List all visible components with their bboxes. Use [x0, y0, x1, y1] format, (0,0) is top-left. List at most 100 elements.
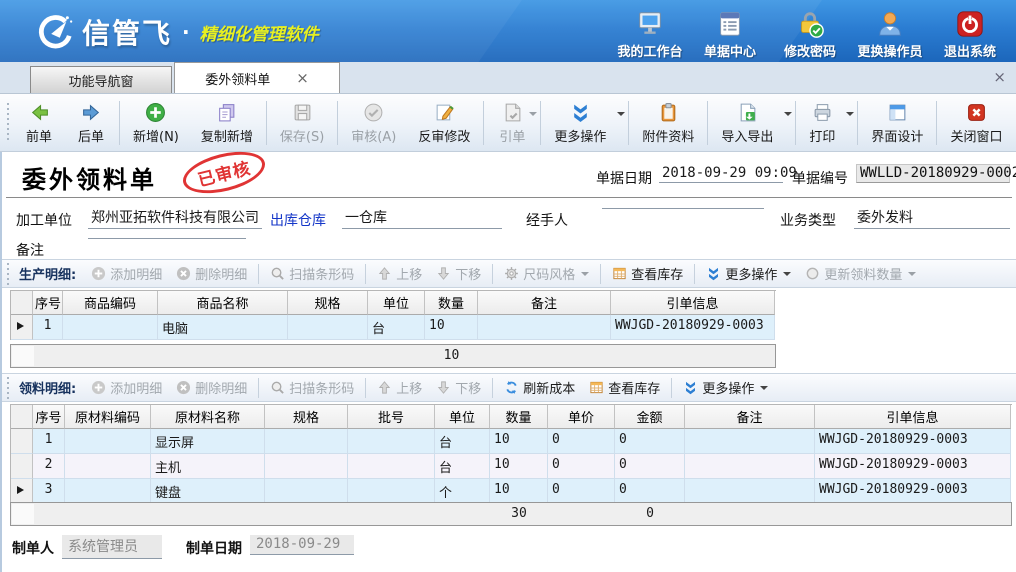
section-separator: [365, 264, 366, 284]
dropdown-caret-icon[interactable]: [581, 272, 589, 276]
s2-move-down-button[interactable]: 下移: [429, 375, 488, 400]
column-header[interactable]: 原材料名称: [151, 405, 265, 429]
column-header[interactable]: 商品编码: [63, 291, 158, 315]
column-header[interactable]: 单位: [435, 405, 490, 429]
remark-field[interactable]: [88, 237, 246, 239]
s2-add-row-button[interactable]: 添加明细: [84, 375, 169, 400]
s1-update-qty-button[interactable]: 更新领料数量: [798, 261, 923, 286]
table-row[interactable]: 2 主机 台 10 0 0 WWJGD-20180929-0003: [11, 454, 1012, 479]
maker-label: 制单人: [12, 538, 54, 558]
attachments-button[interactable]: 附件资料: [631, 98, 705, 148]
column-header[interactable]: 引单信息: [611, 291, 775, 315]
arrow-up-gray-icon: [377, 266, 392, 281]
audited-stamp: 已审核: [179, 144, 269, 200]
change-password-button[interactable]: 修改密码: [770, 6, 850, 60]
dropdown-caret-icon[interactable]: [760, 386, 768, 390]
column-header[interactable]: 原材料编码: [65, 405, 151, 429]
ui-design-button[interactable]: 界面设计: [860, 98, 934, 148]
column-header[interactable]: 金额: [615, 405, 685, 429]
import-export-button[interactable]: 导入导出: [710, 98, 793, 148]
column-header[interactable]: 引单信息: [815, 405, 1011, 429]
document-title: 委外领料单: [22, 160, 157, 195]
handler-field[interactable]: [602, 207, 764, 209]
s1-size-style-button[interactable]: 尺码风格: [497, 261, 596, 286]
dropdown-caret-icon[interactable]: [529, 112, 537, 116]
save-floppy-icon: [292, 102, 313, 123]
s2-delete-row-button[interactable]: 删除明细: [169, 375, 254, 400]
toolbar-separator: [857, 101, 858, 145]
biztype-field[interactable]: 委外发料: [854, 207, 1010, 229]
copy-pages-icon: [216, 102, 237, 123]
table-header-row: 序号 原材料编码 原材料名称 规格 批号 单位 数量 单价 金额 备注 引单信息: [11, 405, 1012, 429]
doc-date-field[interactable]: 2018-09-29 09:09: [659, 165, 783, 183]
column-header[interactable]: 商品名称: [158, 291, 288, 315]
row-arrow-icon: [17, 486, 24, 494]
doc-no-label: 单据编号: [792, 168, 848, 188]
workbench-button[interactable]: 我的工作台: [610, 6, 690, 60]
column-header[interactable]: 备注: [685, 405, 815, 429]
more-operations-button[interactable]: 更多操作: [543, 98, 626, 148]
tab-outsource-picking[interactable]: 委外领料单 ×: [174, 62, 340, 93]
s2-view-stock-button[interactable]: 查看库存: [582, 375, 667, 400]
column-header[interactable]: 数量: [490, 405, 548, 429]
toolbar-separator: [540, 101, 541, 145]
s1-delete-row-button[interactable]: 删除明细: [169, 261, 254, 286]
column-header[interactable]: 规格: [288, 291, 368, 315]
s1-move-up-button[interactable]: 上移: [370, 261, 429, 286]
next-doc-button[interactable]: 后单: [65, 98, 117, 148]
close-window-button[interactable]: 关闭窗口: [939, 98, 1013, 148]
warehouse-field[interactable]: 一仓库: [342, 207, 502, 229]
s2-more-ops-button[interactable]: 更多操作: [676, 375, 775, 400]
magnifier-gray-icon: [270, 380, 285, 395]
column-header[interactable]: 序号: [33, 291, 63, 315]
s2-move-up-button[interactable]: 上移: [370, 375, 429, 400]
unaudit-button[interactable]: 反审修改: [407, 98, 481, 148]
s1-move-down-button[interactable]: 下移: [429, 261, 488, 286]
tab-outsource-picking-label: 委外领料单: [205, 69, 270, 88]
new-button[interactable]: 新增(N): [122, 98, 190, 148]
pull-doc-button[interactable]: 引单: [486, 98, 538, 148]
toolbar-separator: [795, 101, 796, 145]
column-header[interactable]: 单价: [548, 405, 615, 429]
prev-doc-button[interactable]: 前单: [13, 98, 65, 148]
x-circle-gray-icon: [176, 266, 191, 281]
production-total-bar: 10: [10, 344, 776, 368]
column-header[interactable]: 批号: [348, 405, 435, 429]
magnifier-gray-icon: [270, 266, 285, 281]
tab-function-nav[interactable]: 功能导航窗: [30, 66, 172, 93]
dropdown-caret-icon[interactable]: [784, 112, 792, 116]
s1-scan-barcode-button[interactable]: 扫描条形码: [263, 261, 361, 286]
document-center-button[interactable]: 单据中心: [690, 6, 770, 60]
warehouse-link[interactable]: 出库仓库: [270, 210, 326, 230]
table-row[interactable]: 1 电脑 台 10 WWJGD-20180929-0003: [11, 315, 776, 340]
table-header-row: 序号 商品编码 商品名称 规格 单位 数量 备注 引单信息: [11, 291, 776, 315]
table-row[interactable]: 3 键盘 个 10 0 0 WWJGD-20180929-0003: [11, 479, 1012, 504]
switch-operator-button[interactable]: 更换操作员: [850, 6, 930, 60]
s2-scan-barcode-button[interactable]: 扫描条形码: [263, 375, 361, 400]
section-separator: [492, 378, 493, 398]
dropdown-caret-icon[interactable]: [783, 272, 791, 276]
s1-more-ops-button[interactable]: 更多操作: [699, 261, 798, 286]
tab-close-icon[interactable]: ×: [296, 71, 309, 86]
column-header[interactable]: 备注: [478, 291, 611, 315]
dropdown-caret-icon[interactable]: [846, 112, 854, 116]
tabstrip-close-icon[interactable]: ×: [993, 70, 1006, 85]
s1-view-stock-button[interactable]: 查看库存: [605, 261, 690, 286]
column-header[interactable]: 序号: [33, 405, 65, 429]
audit-button[interactable]: 审核(A): [340, 98, 407, 148]
save-button[interactable]: 保存(S): [269, 98, 335, 148]
column-header[interactable]: 规格: [265, 405, 348, 429]
biztype-label: 业务类型: [780, 210, 836, 230]
dropdown-caret-icon[interactable]: [617, 112, 625, 116]
print-button[interactable]: 打印: [798, 98, 855, 148]
s1-add-row-button[interactable]: 添加明细: [84, 261, 169, 286]
column-header[interactable]: 数量: [425, 291, 478, 315]
audit-check-circle-icon: [363, 102, 384, 123]
table-row[interactable]: 1 显示屏 台 10 0 0 WWJGD-20180929-0003: [11, 429, 1012, 454]
dropdown-caret-icon[interactable]: [908, 272, 916, 276]
vendor-field[interactable]: 郑州亚拓软件科技有限公司: [88, 207, 262, 229]
column-header[interactable]: 单位: [368, 291, 425, 315]
copy-new-button[interactable]: 复制新增: [190, 98, 264, 148]
s2-refresh-cost-button[interactable]: 刷新成本: [497, 375, 582, 400]
exit-system-button[interactable]: 退出系统: [930, 6, 1010, 60]
